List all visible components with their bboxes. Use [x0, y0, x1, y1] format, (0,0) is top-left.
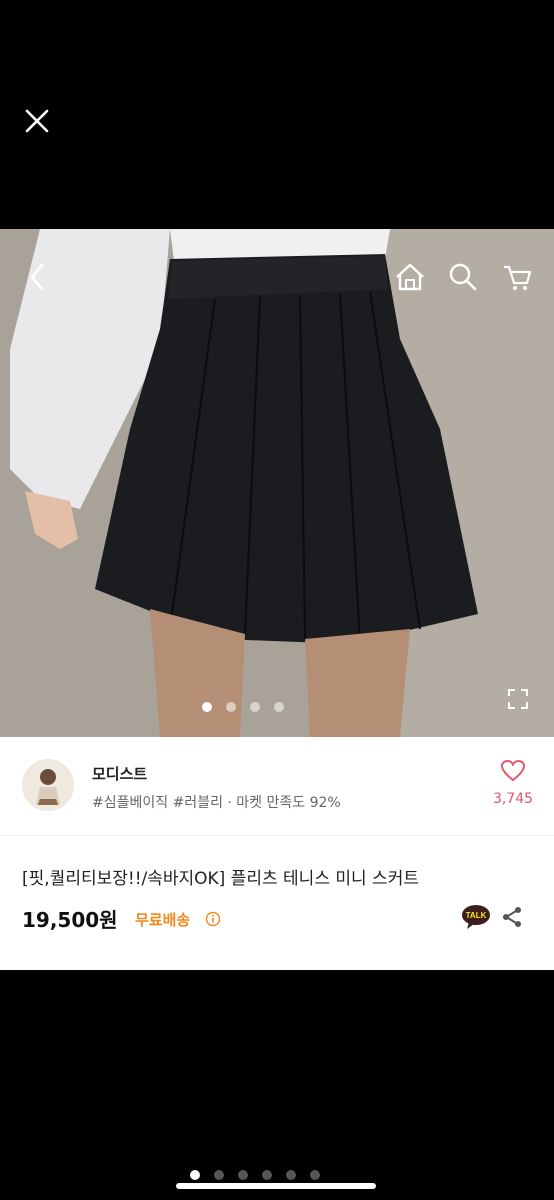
carousel-dot[interactable] — [202, 702, 212, 712]
seller-avatar[interactable] — [22, 759, 74, 811]
like-button[interactable]: 3,745 — [488, 759, 538, 807]
like-count: 3,745 — [492, 791, 534, 807]
product-photo — [0, 229, 554, 737]
seller-section[interactable]: 모디스트 #심플베이직 #러블리 · 마켓 만족도 92% 3,745 — [0, 737, 554, 836]
close-icon[interactable] — [18, 102, 56, 140]
carousel-dot[interactable] — [226, 702, 236, 712]
product-card: 모디스트 #심플베이직 #러블리 · 마켓 만족도 92% 3,745 [핏,퀄… — [0, 737, 554, 970]
kakaotalk-icon[interactable]: TALK — [461, 904, 491, 930]
share-icon[interactable] — [500, 905, 524, 929]
talk-label: TALK — [466, 911, 487, 920]
page-dot[interactable] — [238, 1170, 248, 1180]
page-dot[interactable] — [214, 1170, 224, 1180]
info-icon[interactable] — [205, 911, 221, 927]
page-dot[interactable] — [190, 1170, 200, 1180]
shipping-badge: 무료배송 — [135, 911, 191, 929]
page-dot[interactable] — [310, 1170, 320, 1180]
carousel-dot[interactable] — [250, 702, 260, 712]
seller-tags: #심플베이직 #러블리 · 마켓 만족도 92% — [92, 795, 341, 811]
page-dot[interactable] — [262, 1170, 272, 1180]
carousel-dot[interactable] — [274, 702, 284, 712]
product-image[interactable] — [0, 229, 554, 737]
page-indicator — [0, 1170, 532, 1180]
product-title: [핏,퀄리티보장!!/속바지OK] 플리츠 테니스 미니 스커트 — [22, 869, 419, 889]
heart-icon — [500, 759, 526, 782]
page-dot[interactable] — [286, 1170, 296, 1180]
product-price: 19,500원 — [22, 908, 118, 932]
image-carousel-dots — [0, 702, 520, 712]
home-indicator[interactable] — [176, 1183, 376, 1189]
seller-name[interactable]: 모디스트 — [92, 763, 147, 784]
